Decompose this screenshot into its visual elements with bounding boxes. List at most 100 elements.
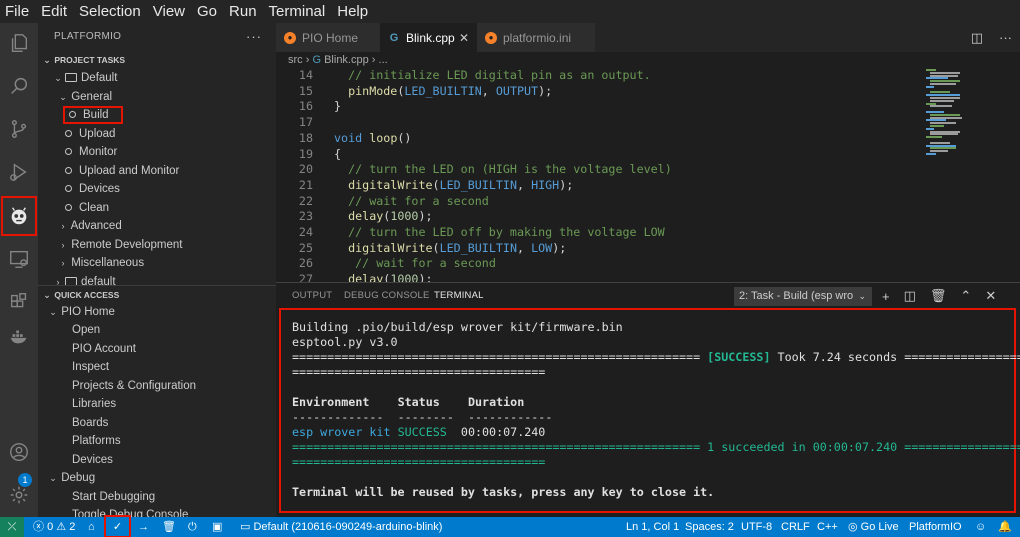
more-actions-icon[interactable]: ··· [246,23,262,51]
run-debug-icon[interactable] [4,157,34,187]
search-icon[interactable] [4,71,34,101]
tab-label: platformio.ini [503,30,572,45]
indentation[interactable]: Spaces: 2 [685,517,734,537]
tree-debug[interactable]: ⌄ Debug [38,469,276,488]
remote-icon[interactable]: ⤫ [0,517,24,537]
platformio-status[interactable]: PlatformIO [909,517,962,537]
feedback-icon[interactable]: ☺ [975,517,986,537]
terminal-icon[interactable]: ▣ [212,517,222,537]
tree-general[interactable]: ⌄ General [38,88,276,107]
more-actions-icon[interactable]: ··· [999,30,1012,45]
qa-platforms[interactable]: Platforms [38,432,276,451]
menu-terminal[interactable]: Terminal [263,0,332,23]
terminal-select[interactable]: 2: Task - Build (esp wro ⌄ [734,287,872,306]
tab-debug-console[interactable]: DEBUG CONSOLE [344,283,429,309]
split-terminal-icon[interactable]: ◫ [904,288,916,304]
tab-terminal[interactable]: TERMINAL [434,283,484,309]
build-check-icon[interactable]: ✓ [104,515,131,537]
line-ending[interactable]: CRLF [781,517,810,537]
quick-access-header[interactable]: ⌄ QUICK ACCESS [38,284,276,303]
task-build[interactable]: Build [38,106,276,125]
bell-icon[interactable]: 🔔 [998,517,1012,537]
cursor-position[interactable]: Ln 1, Col 1 [626,517,679,537]
cpp-file-icon: G [389,31,399,44]
task-upload[interactable]: Upload [38,125,276,144]
trash-icon[interactable]: 🗑 [162,517,176,537]
problems-indicator[interactable]: ⓧ 0 ⚠ 2 [33,517,75,537]
add-terminal-icon[interactable]: + [882,289,890,304]
qa-open[interactable]: Open [38,321,276,340]
task-devices[interactable]: Devices [38,180,276,199]
tab-blink-cpp[interactable]: G Blink.cpp ✕ [380,23,477,52]
minimap-line [926,94,960,97]
menu-view[interactable]: View [147,0,191,23]
tree-env-default-2[interactable]: › default [38,273,276,285]
qa-libraries[interactable]: Libraries [38,395,276,414]
minimap-line [930,97,960,99]
breadcrumb-symbol[interactable]: ... [379,54,388,66]
source-control-icon[interactable] [4,114,34,144]
task-upload-monitor[interactable]: Upload and Monitor [38,162,276,181]
chevron-down-icon: ⌄ [43,55,51,65]
accounts-icon[interactable] [4,437,34,467]
task-clean[interactable]: Clean [38,199,276,218]
env-switcher[interactable]: ▭ Default (210616-090249-arduino-blink) [240,517,442,537]
language-mode[interactable]: C++ [817,517,838,537]
upload-arrow-icon[interactable]: → [138,517,149,537]
menu-go[interactable]: Go [191,0,223,23]
menu-file[interactable]: File [0,0,35,23]
platformio-sidebar: PLATFORMIO ··· ⌄ PROJECT TASKS ⌄ Default … [38,23,276,517]
menu-run[interactable]: Run [223,0,263,23]
qa-devices[interactable]: Devices [38,451,276,470]
menu-selection[interactable]: Selection [73,0,147,23]
explorer-icon[interactable] [4,28,34,58]
go-live[interactable]: ◎ Go Live [848,517,899,537]
env-label: Default [81,72,118,84]
trash-icon[interactable]: 🗑 [930,288,947,304]
split-editor-icon[interactable]: ◫ [971,30,983,46]
env-label: default [81,275,116,285]
tree-remote-development[interactable]: › Remote Development [38,236,276,255]
extensions-icon[interactable] [4,287,34,317]
breadcrumb-folder[interactable]: src [288,54,303,66]
qa-inspect[interactable]: Inspect [38,358,276,377]
qa-pio-account[interactable]: PIO Account [38,340,276,359]
tree-miscellaneous[interactable]: › Miscellaneous [38,254,276,273]
breadcrumb-file[interactable]: Blink.cpp [324,54,369,66]
home-icon[interactable]: ⌂ [88,517,95,537]
menu-edit[interactable]: Edit [35,0,73,23]
panel-actions: + ◫ 🗑 ⌃ ✕ [882,283,996,309]
maximize-panel-icon[interactable]: ⌃ [960,288,971,304]
tree-env-default[interactable]: ⌄ Default [38,69,276,88]
close-panel-icon[interactable]: ✕ [985,288,996,304]
tab-platformio-ini[interactable]: ● platformio.ini [477,23,595,52]
qa-start-debugging[interactable]: Start Debugging [38,488,276,507]
task-circle-icon [69,111,76,118]
tab-pio-home[interactable]: ● PIO Home [276,23,380,52]
encoding[interactable]: UTF-8 [741,517,772,537]
minimap[interactable] [924,69,1012,159]
close-icon[interactable]: ✕ [459,31,469,45]
tab-output[interactable]: OUTPUT [292,283,332,309]
qa-boards[interactable]: Boards [38,414,276,433]
tree-pio-home[interactable]: ⌄ PIO Home [38,303,276,322]
docker-icon[interactable] [4,321,34,351]
task-circle-icon [65,185,72,192]
project-tasks-header[interactable]: ⌄ PROJECT TASKS [38,51,276,69]
qa-projects-configuration[interactable]: Projects & Configuration [38,377,276,396]
task-monitor[interactable]: Monitor [38,143,276,162]
minimap-line [930,80,960,83]
terminal-line: ==================================== [292,455,546,469]
terminal-output[interactable]: Building .pio/build/esp wrover kit/firmw… [279,308,1020,513]
plug-icon[interactable]: ⏻ [188,517,197,537]
minimap-line [930,91,950,94]
tree-advanced[interactable]: › Advanced [38,217,276,236]
code-editor[interactable]: 14 // initialize LED digital pin as an o… [276,69,1020,282]
platformio-icon[interactable] [1,196,37,236]
go-live-label: Go Live [860,521,899,533]
remote-explorer-icon[interactable] [4,244,34,274]
qa-toggle-debug-console[interactable]: Toggle Debug Console [38,506,276,517]
menu-help[interactable]: Help [331,0,374,23]
minimap-line [926,85,934,88]
warning-count: 2 [69,521,76,533]
